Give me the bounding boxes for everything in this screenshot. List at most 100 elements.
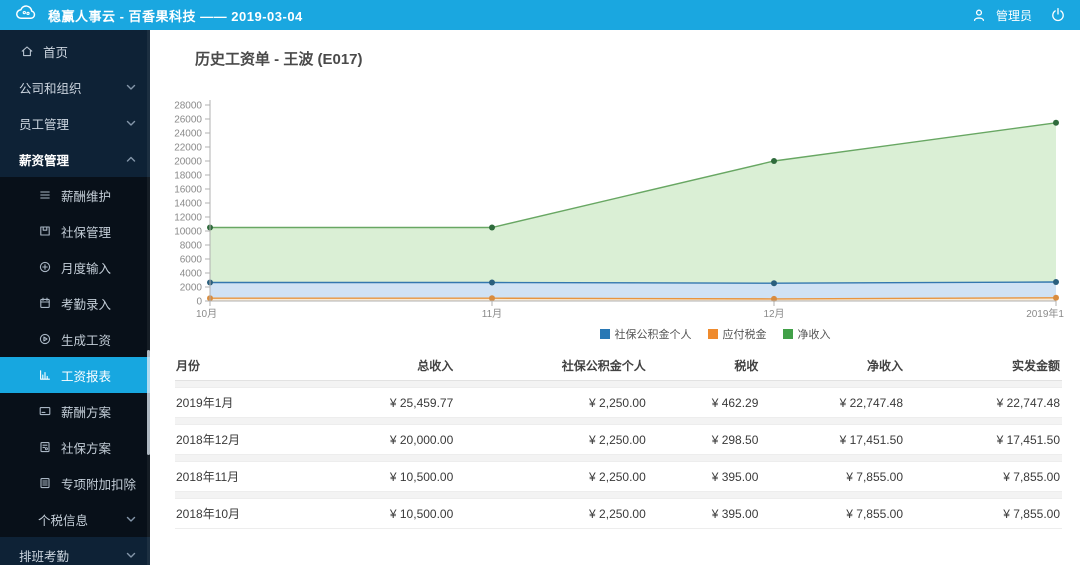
sidebar-item-label: 个税信息 [38,513,89,528]
svg-text:18000: 18000 [174,171,202,182]
svg-text:2019年1: 2019年1 [1026,307,1064,320]
cell-total-income: ¥ 10,500.00 [389,506,454,521]
cell-tax: ¥ 395.00 [711,469,759,484]
column-header-net-income: 净收入 [866,358,903,373]
table-row[interactable]: 2018年12月 ¥ 20,000.00 ¥ 2,250.00 ¥ 298.50 ¥ 1… [175,424,1062,455]
cell-social-security-personal: ¥ 2,250.00 [589,432,646,447]
legend-label: 净收入 [797,329,831,341]
chevron-up-icon [126,156,136,162]
cell-paid-amount: ¥ 7,855.00 [1003,506,1060,521]
topbar: 稳赢人事云 - 百香果科技 —— 2019-03-04 管理员 [0,0,1080,30]
column-header-paid-amount: 实发金额 [1011,358,1060,373]
sidebar-item-attendance-entry[interactable]: 考勤录入 [0,285,150,321]
sidebar-item-label: 薪酬维护 [61,189,112,204]
svg-text:14000: 14000 [174,199,202,210]
cell-social-security-personal: ¥ 2,250.00 [589,395,646,410]
sidebar-item-label: 员工管理 [19,117,70,132]
legend-label: 应付税金 [722,329,767,341]
sidebar-item-special-deduction[interactable]: 专项附加扣除 [0,465,150,501]
svg-text:22000: 22000 [174,143,202,154]
legend-item-net[interactable]: 净收入 [782,326,831,342]
play-circle-icon [39,333,51,345]
sidebar-nav: 首页公司和组织员工管理薪资管理薪酬维护社保管理月度输入考勤录入 生成工资工资报表薪… [0,33,150,565]
sidebar-item-label: 工资报表 [61,369,112,384]
cell-paid-amount: ¥ 7,855.00 [1003,469,1060,484]
sidebar-item-generate-salary[interactable]: 生成工资 [0,321,150,357]
legend-item-social[interactable]: 社保公积金个人 [599,326,692,342]
salary-history-area-chart: 0 2000 4000 6000 8000 10000 12000 14000 16000 180… [174,100,1064,320]
save-icon [40,226,50,236]
svg-text:0: 0 [196,297,202,308]
cell-social-security-personal: ¥ 2,250.00 [589,506,646,521]
cell-month: 2018年10月 [176,507,241,521]
sidebar-item-social-security-plan[interactable]: 社保方案 [0,429,150,465]
sidebar-item-monthly-input[interactable]: 月度输入 [0,249,150,285]
svg-text:24000: 24000 [174,129,202,140]
sidebar-item-salary-plan[interactable]: 薪酬方案 [0,393,150,429]
column-header-tax: 税收 [734,358,759,373]
cell-social-security-personal: ¥ 2,250.00 [589,469,646,484]
svg-text:8000: 8000 [180,241,203,252]
cell-paid-amount: ¥ 22,747.48 [996,395,1060,410]
sidebar-item-label: 社保管理 [61,225,112,240]
legend-swatch [599,329,610,339]
sidebar-item-salary-report[interactable]: 工资报表 [0,357,150,393]
sidebar-item-label: 首页 [43,45,69,60]
sidebar-item-employee-management[interactable]: 员工管理 [0,105,150,141]
sidebar-item-label: 社保方案 [61,441,112,456]
app-title: 稳赢人事云 - 百香果科技 —— 2019-03-04 [48,8,303,24]
card-icon [39,407,51,416]
table-row[interactable]: 2018年11月 ¥ 10,500.00 ¥ 2,250.00 ¥ 395.00 ¥ 7… [175,461,1062,492]
table-row[interactable]: 2019年1月 ¥ 25,459.77 ¥ 2,250.00 ¥ 462.29 ¥ 22… [175,387,1062,418]
doc-lines-icon [40,478,50,489]
app-logo-cloud-icon[interactable] [14,1,38,30]
svg-text:4000: 4000 [180,269,203,280]
legend-item-tax[interactable]: 应付税金 [707,326,767,342]
svg-text:28000: 28000 [174,101,202,112]
sidebar-item-salary-maintenance[interactable]: 薪酬维护 [0,177,150,213]
chevron-down-icon [126,552,136,558]
svg-text:12月: 12月 [763,308,784,320]
svg-text:11月: 11月 [482,308,502,320]
doc-icon [40,442,50,453]
sidebar-item-label: 薪酬方案 [61,405,112,420]
sidebar-item-home[interactable]: 首页 [0,33,150,69]
chevron-down-icon [126,516,136,522]
sidebar-item-label: 排班考勤 [19,549,70,564]
user-icon [972,8,986,22]
sidebar-item-label: 专项附加扣除 [61,477,137,492]
cell-total-income: ¥ 25,459.77 [389,395,454,410]
power-icon[interactable] [1050,7,1066,23]
user-name[interactable]: 管理员 [996,7,1032,24]
main-content: 历史工资单 - 王波 (E017) 0 2000 4000 6000 8000 10000… [150,30,1080,565]
cell-total-income: ¥ 10,500.00 [389,469,454,484]
cell-month: 2018年12月 [176,433,241,447]
sidebar-item-social-security-mgmt[interactable]: 社保管理 [0,213,150,249]
bar-chart-icon [40,370,50,380]
cell-tax: ¥ 298.50 [711,432,759,447]
svg-text:20000: 20000 [174,157,202,168]
sidebar-item-tax-info[interactable]: 个税信息 [0,501,150,537]
chevron-down-icon [126,120,136,126]
svg-text:2000: 2000 [180,283,203,294]
legend-swatch [782,329,793,339]
cell-tax: ¥ 462.29 [711,395,759,410]
cell-tax: ¥ 395.00 [711,506,759,521]
cell-net-income: ¥ 7,855.00 [846,469,903,484]
column-header-social-security-personal: 社保公积金个人 [561,358,646,373]
sidebar-item-company-organization[interactable]: 公司和组织 [0,69,150,105]
sidebar-item-shift-attendance[interactable]: 排班考勤 [0,537,150,565]
sidebar-item-label: 月度输入 [61,261,112,276]
legend-swatch [707,329,718,339]
home-icon [21,46,33,57]
cell-month: 2019年1月 [176,396,234,410]
table-row[interactable]: 2018年10月 ¥ 10,500.00 ¥ 2,250.00 ¥ 395.00 ¥ 7… [175,498,1062,529]
svg-text:10月: 10月 [196,308,217,320]
table-header-row: 月份 总收入 社保公积金个人 税收 净收入 实发金额 [175,350,1062,381]
sidebar: 首页公司和组织员工管理薪资管理薪酬维护社保管理月度输入考勤录入 生成工资工资报表薪… [0,30,150,565]
column-header-total-income: 总收入 [417,358,454,373]
chart-legend: 社保公积金个人 应付税金 净收入 [150,326,1080,342]
page-title: 历史工资单 - 王波 (E017) [195,51,363,68]
sidebar-item-salary-management[interactable]: 薪资管理 [0,141,150,177]
list-icon [40,191,50,199]
